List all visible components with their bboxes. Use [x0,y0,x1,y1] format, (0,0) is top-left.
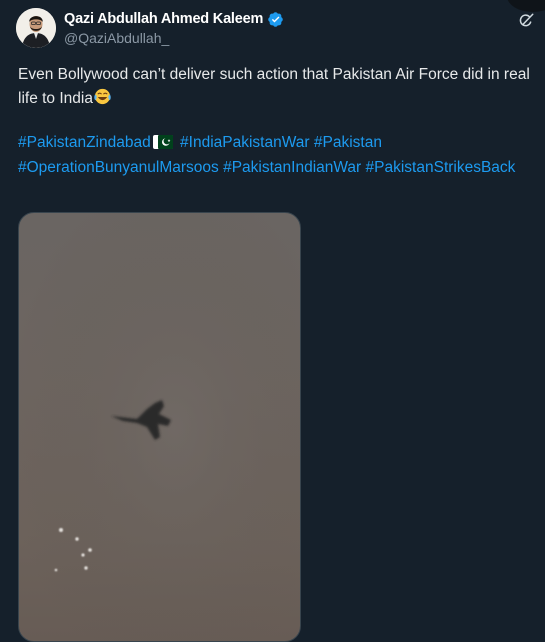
hashtag-operation-bunyanul-marsoos[interactable]: #OperationBunyanulMarsoos [18,159,219,176]
hashtag-pakistan-zindabad[interactable]: #PakistanZindabad [18,134,151,151]
hashtag-india-pakistan-war[interactable]: #IndiaPakistanWar [180,134,310,151]
grok-icon[interactable] [517,12,535,30]
hashtags: #PakistanZindabad #IndiaPakistanWar #Pak… [18,131,542,179]
author-names: Qazi Abdullah Ahmed Kaleem @QaziAbdullah… [64,10,284,46]
hashtag-pakistan-indian-war[interactable]: #PakistanIndianWar [223,159,361,176]
hashtag-pakistan[interactable]: #Pakistan [314,134,382,151]
display-name[interactable]: Qazi Abdullah Ahmed Kaleem [64,11,263,27]
display-name-row: Qazi Abdullah Ahmed Kaleem [64,10,284,28]
tweet: Qazi Abdullah Ahmed Kaleem @QaziAbdullah… [0,0,545,642]
tweet-header: Qazi Abdullah Ahmed Kaleem @QaziAbdullah… [16,8,545,48]
tears-of-joy-emoji-icon [93,87,112,114]
verified-badge-icon[interactable] [267,11,284,28]
avatar[interactable] [16,8,56,48]
hashtag-pakistan-strikes-back[interactable]: #PakistanStrikesBack [366,159,516,176]
tweet-video[interactable] [18,212,301,642]
author-handle[interactable]: @QaziAbdullah_ [64,30,284,46]
pakistan-flag-icon [152,133,173,156]
tweet-text: Even Bollywood can’t deliver such action… [18,63,542,113]
